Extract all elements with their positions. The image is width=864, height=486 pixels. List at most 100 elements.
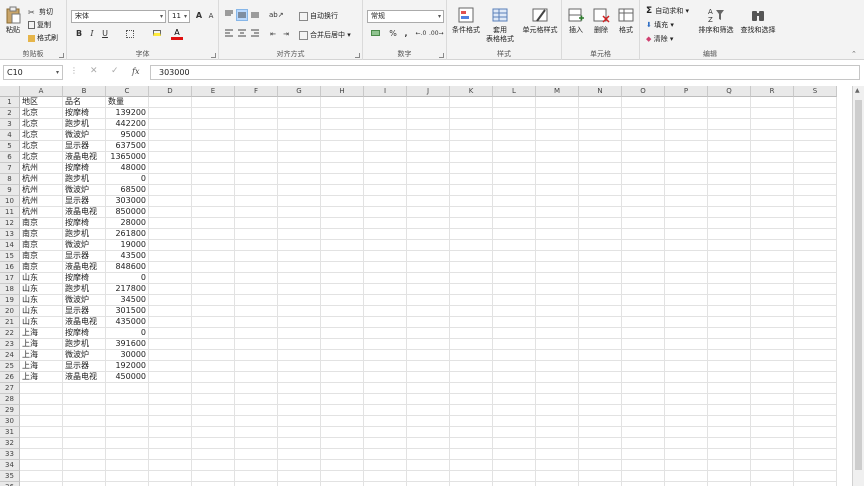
- cell-m17[interactable]: [536, 273, 579, 284]
- font-size-combo[interactable]: 11 ▾: [168, 10, 190, 23]
- cell-c12[interactable]: 28000: [106, 218, 149, 229]
- cell-e32[interactable]: [192, 438, 235, 449]
- cell-m23[interactable]: [536, 339, 579, 350]
- cell-i17[interactable]: [364, 273, 407, 284]
- cell-j18[interactable]: [407, 284, 450, 295]
- cell-r18[interactable]: [751, 284, 794, 295]
- cell-c31[interactable]: [106, 427, 149, 438]
- cell-n14[interactable]: [579, 240, 622, 251]
- cell-c33[interactable]: [106, 449, 149, 460]
- cell-d13[interactable]: [149, 229, 192, 240]
- cell-j21[interactable]: [407, 317, 450, 328]
- cell-l13[interactable]: [493, 229, 536, 240]
- cell-g2[interactable]: [278, 108, 321, 119]
- cell-b3[interactable]: 跑步机: [63, 119, 106, 130]
- column-header-i[interactable]: I: [364, 86, 407, 97]
- cell-r15[interactable]: [751, 251, 794, 262]
- cell-l3[interactable]: [493, 119, 536, 130]
- cell-h36[interactable]: [321, 482, 364, 486]
- cell-q26[interactable]: [708, 372, 751, 383]
- cell-b2[interactable]: 按摩椅: [63, 108, 106, 119]
- cell-r6[interactable]: [751, 152, 794, 163]
- cell-k10[interactable]: [450, 196, 493, 207]
- row-header-2[interactable]: 2: [0, 108, 20, 119]
- cell-j7[interactable]: [407, 163, 450, 174]
- cell-r32[interactable]: [751, 438, 794, 449]
- cell-g7[interactable]: [278, 163, 321, 174]
- cell-n6[interactable]: [579, 152, 622, 163]
- cell-b23[interactable]: 跑步机: [63, 339, 106, 350]
- cell-j32[interactable]: [407, 438, 450, 449]
- name-box[interactable]: C10 ▾: [3, 65, 63, 80]
- cell-r25[interactable]: [751, 361, 794, 372]
- cell-c11[interactable]: 850000: [106, 207, 149, 218]
- cell-f36[interactable]: [235, 482, 278, 486]
- cell-r20[interactable]: [751, 306, 794, 317]
- cell-q15[interactable]: [708, 251, 751, 262]
- cell-m16[interactable]: [536, 262, 579, 273]
- cell-m20[interactable]: [536, 306, 579, 317]
- cell-n32[interactable]: [579, 438, 622, 449]
- cancel-icon[interactable]: ✕: [90, 66, 98, 76]
- cell-f8[interactable]: [235, 174, 278, 185]
- cell-k21[interactable]: [450, 317, 493, 328]
- cell-a14[interactable]: 南京: [20, 240, 63, 251]
- cell-e23[interactable]: [192, 339, 235, 350]
- cell-g23[interactable]: [278, 339, 321, 350]
- cell-e2[interactable]: [192, 108, 235, 119]
- cell-e5[interactable]: [192, 141, 235, 152]
- cell-j19[interactable]: [407, 295, 450, 306]
- cell-r2[interactable]: [751, 108, 794, 119]
- cell-l6[interactable]: [493, 152, 536, 163]
- row-header-16[interactable]: 16: [0, 262, 20, 273]
- column-header-d[interactable]: D: [149, 86, 192, 97]
- cell-d28[interactable]: [149, 394, 192, 405]
- cell-c24[interactable]: 30000: [106, 350, 149, 361]
- row-header-33[interactable]: 33: [0, 449, 20, 460]
- row-header-5[interactable]: 5: [0, 141, 20, 152]
- cell-b25[interactable]: 显示器: [63, 361, 106, 372]
- cell-i20[interactable]: [364, 306, 407, 317]
- cell-d8[interactable]: [149, 174, 192, 185]
- cell-r28[interactable]: [751, 394, 794, 405]
- cell-g29[interactable]: [278, 405, 321, 416]
- cell-l32[interactable]: [493, 438, 536, 449]
- clipboard-launcher[interactable]: [59, 53, 64, 58]
- cell-f11[interactable]: [235, 207, 278, 218]
- cell-styles-button[interactable]: 单元格样式: [519, 6, 561, 35]
- row-header-10[interactable]: 10: [0, 196, 20, 207]
- cell-g25[interactable]: [278, 361, 321, 372]
- cell-p25[interactable]: [665, 361, 708, 372]
- cell-q29[interactable]: [708, 405, 751, 416]
- cell-e4[interactable]: [192, 130, 235, 141]
- cell-e17[interactable]: [192, 273, 235, 284]
- cell-j22[interactable]: [407, 328, 450, 339]
- cell-k25[interactable]: [450, 361, 493, 372]
- cell-s18[interactable]: [794, 284, 837, 295]
- cell-s25[interactable]: [794, 361, 837, 372]
- cell-b1[interactable]: 品名: [63, 97, 106, 108]
- cell-n13[interactable]: [579, 229, 622, 240]
- cell-f6[interactable]: [235, 152, 278, 163]
- cell-b17[interactable]: 按摩椅: [63, 273, 106, 284]
- cell-j24[interactable]: [407, 350, 450, 361]
- cell-d2[interactable]: [149, 108, 192, 119]
- currency-button[interactable]: [367, 28, 383, 40]
- cell-j13[interactable]: [407, 229, 450, 240]
- cell-c35[interactable]: [106, 471, 149, 482]
- collapse-ribbon-icon[interactable]: ⌃: [851, 50, 857, 58]
- cell-o7[interactable]: [622, 163, 665, 174]
- cell-d35[interactable]: [149, 471, 192, 482]
- cell-p19[interactable]: [665, 295, 708, 306]
- cell-l33[interactable]: [493, 449, 536, 460]
- cell-g17[interactable]: [278, 273, 321, 284]
- cell-o30[interactable]: [622, 416, 665, 427]
- cell-n15[interactable]: [579, 251, 622, 262]
- cell-l1[interactable]: [493, 97, 536, 108]
- cell-c15[interactable]: 43500: [106, 251, 149, 262]
- cell-l10[interactable]: [493, 196, 536, 207]
- cell-l20[interactable]: [493, 306, 536, 317]
- cell-r12[interactable]: [751, 218, 794, 229]
- cell-f9[interactable]: [235, 185, 278, 196]
- cell-g22[interactable]: [278, 328, 321, 339]
